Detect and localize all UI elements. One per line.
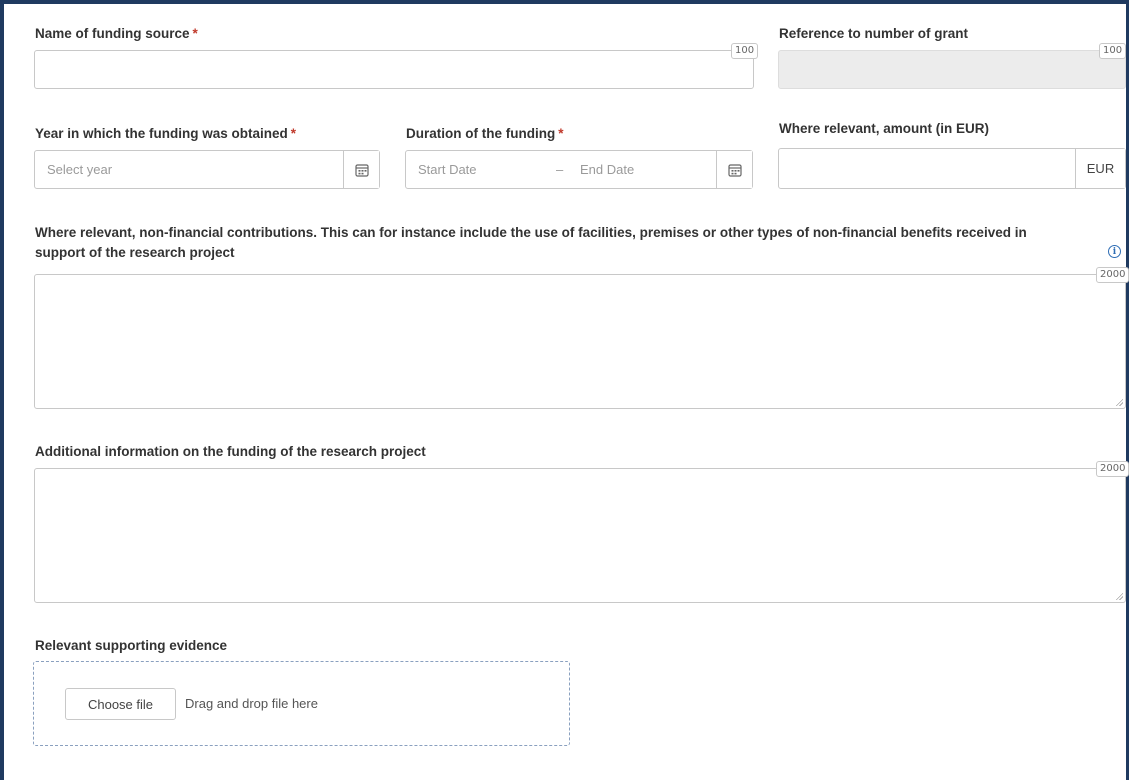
duration-calendar-button[interactable] xyxy=(716,151,752,188)
year-select-input[interactable]: Select year xyxy=(34,150,380,189)
year-placeholder: Select year xyxy=(47,162,113,177)
grant-reference-input[interactable] xyxy=(778,50,1126,89)
calendar-icon xyxy=(727,163,742,177)
year-calendar-button[interactable] xyxy=(343,151,379,188)
required-mark: * xyxy=(192,26,198,41)
additional-info-textarea[interactable] xyxy=(34,468,1126,603)
non-financial-textarea[interactable] xyxy=(34,274,1126,409)
currency-addon: EUR xyxy=(1075,149,1125,188)
duration-range-input[interactable]: Start Date – End Date xyxy=(405,150,753,189)
evidence-label: Relevant supporting evidence xyxy=(35,638,228,653)
required-mark: * xyxy=(558,126,564,141)
choose-file-button[interactable]: Choose file xyxy=(65,688,176,720)
end-date-placeholder[interactable]: End Date xyxy=(580,162,634,177)
required-mark: * xyxy=(290,126,297,141)
amount-input[interactable]: EUR xyxy=(778,148,1126,189)
file-dropzone[interactable]: Choose file Drag and drop file here xyxy=(33,661,570,746)
additional-info-label: Additional information on the funding of… xyxy=(35,444,426,459)
resize-handle[interactable] xyxy=(1115,398,1123,406)
non-financial-char-counter: 2000 xyxy=(1096,267,1129,283)
start-date-placeholder[interactable]: Start Date xyxy=(418,162,477,177)
funding-source-char-counter: 100 xyxy=(731,43,759,59)
funding-source-label: Name of funding source * xyxy=(35,26,198,41)
info-icon[interactable]: i xyxy=(1108,245,1121,258)
funding-source-input[interactable] xyxy=(34,50,754,89)
calendar-icon xyxy=(354,163,369,177)
resize-handle[interactable] xyxy=(1115,592,1123,600)
year-obtained-label: Year in which the funding was obtained * xyxy=(35,126,297,141)
date-range-separator: – xyxy=(556,162,564,177)
amount-label: Where relevant, amount (in EUR) xyxy=(779,121,990,136)
additional-info-char-counter: 2000 xyxy=(1096,461,1129,477)
grant-reference-label: Reference to number of grant xyxy=(779,26,969,41)
non-financial-label: Where relevant, non-financial contributi… xyxy=(35,225,1027,260)
drag-drop-text: Drag and drop file here xyxy=(185,696,318,711)
duration-label: Duration of the funding * xyxy=(406,126,564,141)
grant-reference-char-counter: 100 xyxy=(1099,43,1127,59)
